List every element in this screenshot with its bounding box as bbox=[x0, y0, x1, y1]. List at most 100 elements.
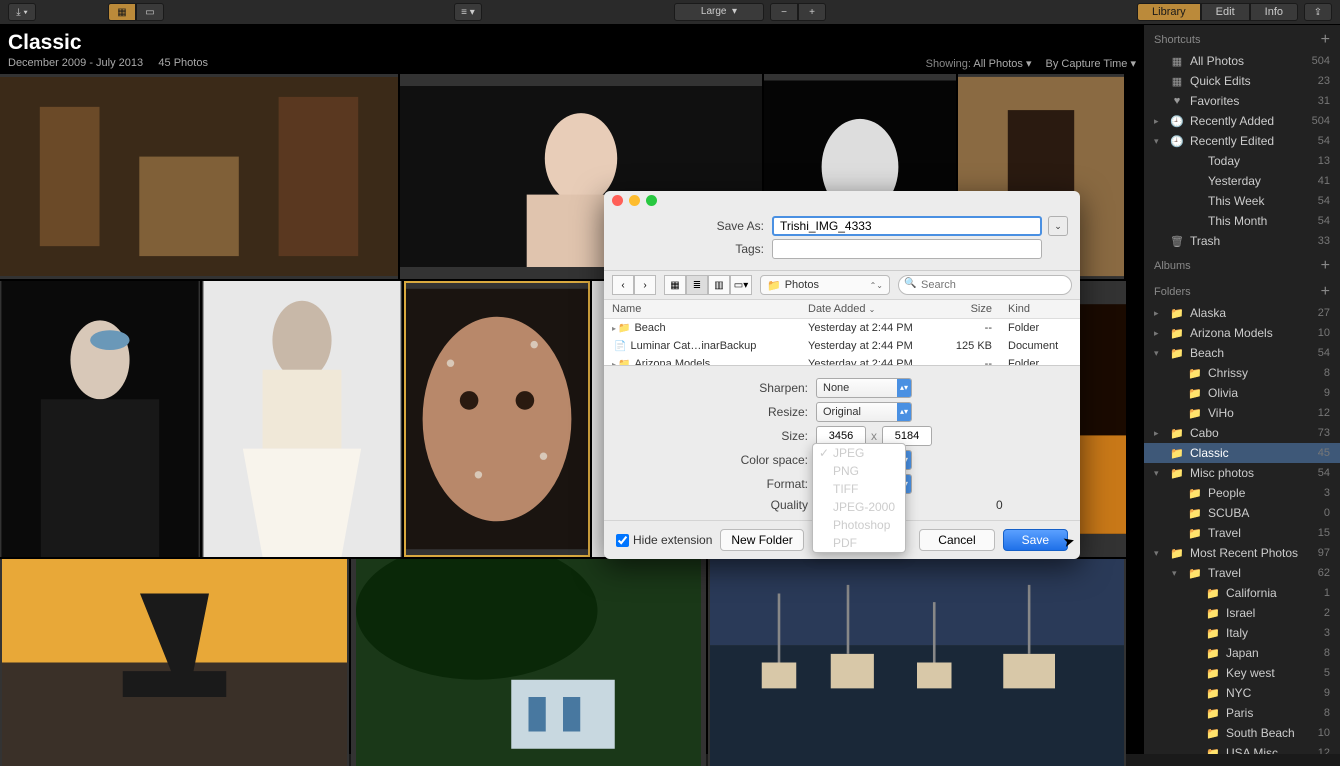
zoom-select[interactable]: Large ▾ bbox=[674, 3, 764, 21]
close-icon[interactable] bbox=[612, 195, 623, 206]
expand-collapse-button[interactable]: ⌄ bbox=[1048, 216, 1068, 236]
sidebar-folder-item[interactable]: 📁Paris8 bbox=[1144, 703, 1340, 723]
section-shortcuts: Shortcuts + bbox=[1144, 25, 1340, 51]
right-sidebar: Shortcuts + ▦All Photos504▦Quick Edits23… bbox=[1144, 25, 1340, 754]
photo-thumb[interactable] bbox=[351, 559, 706, 766]
sidebar-folder-item[interactable]: 📁Israel2 bbox=[1144, 603, 1340, 623]
sidebar-item[interactable]: ♥Favorites31 bbox=[1144, 91, 1340, 111]
hide-extension-checkbox[interactable]: Hide extension bbox=[616, 533, 712, 547]
share-button[interactable]: ⇪ bbox=[1304, 3, 1332, 21]
format-option[interactable]: JPEG bbox=[813, 444, 905, 462]
sidebar-folder-item[interactable]: 📁Travel15 bbox=[1144, 523, 1340, 543]
resize-select[interactable]: Original▴▾ bbox=[816, 402, 912, 422]
sidebar-folder-item[interactable]: 📁Italy3 bbox=[1144, 623, 1340, 643]
top-toolbar: ⤓ ▾ ▦ ▭ ≡ ▾ Large ▾ − + Library Edit Inf… bbox=[0, 0, 1340, 25]
new-folder-button[interactable]: New Folder bbox=[720, 529, 803, 551]
add-shortcut-button[interactable]: + bbox=[1321, 31, 1330, 49]
sidebar-item[interactable]: Today13 bbox=[1144, 151, 1340, 171]
export-menu-button[interactable]: ⤓ ▾ bbox=[8, 3, 36, 21]
sidebar-folder-item[interactable]: ▾📁Misc photos54 bbox=[1144, 463, 1340, 483]
sidebar-folder-item[interactable]: 📁Key west5 bbox=[1144, 663, 1340, 683]
zoom-in-button[interactable]: + bbox=[798, 3, 826, 21]
file-row[interactable]: ▸📁BeachYesterday at 2:44 PM--Folder bbox=[604, 319, 1080, 337]
photo-thumb[interactable] bbox=[0, 559, 349, 766]
file-row[interactable]: 📄Luminar Cat…inarBackupYesterday at 2:44… bbox=[604, 337, 1080, 355]
file-header[interactable]: Name Date Added ⌄ Size Kind bbox=[604, 300, 1080, 319]
minimize-icon[interactable] bbox=[629, 195, 640, 206]
format-option[interactable]: PNG bbox=[813, 462, 905, 480]
sidebar-folder-item[interactable]: ▸📁Cabo73 bbox=[1144, 423, 1340, 443]
photo-thumb-selected[interactable] bbox=[404, 281, 590, 557]
format-option[interactable]: PDF bbox=[813, 534, 905, 552]
tab-info[interactable]: Info bbox=[1250, 3, 1298, 21]
saveas-input[interactable] bbox=[772, 216, 1042, 236]
panel-tabs: Library Edit Info bbox=[1137, 3, 1298, 21]
photo-thumb[interactable] bbox=[202, 281, 402, 557]
location-select[interactable]: 📁Photos⌃⌄ bbox=[760, 275, 890, 295]
view-gallery-button[interactable]: ▭▾ bbox=[730, 275, 752, 295]
tags-input[interactable] bbox=[772, 239, 1042, 259]
nav-fwd-button[interactable]: › bbox=[634, 275, 656, 295]
sidebar-folder-item[interactable]: 📁SCUBA0 bbox=[1144, 503, 1340, 523]
photo-thumb[interactable] bbox=[708, 559, 1126, 766]
sidebar-folder-item[interactable]: ▾📁Most Recent Photos97 bbox=[1144, 543, 1340, 563]
sidebar-folder-item[interactable]: 📁Japan8 bbox=[1144, 643, 1340, 663]
format-option[interactable]: JPEG-2000 bbox=[813, 498, 905, 516]
sort-menu-button[interactable]: ≡ ▾ bbox=[454, 3, 482, 21]
sidebar-item[interactable]: This Month54 bbox=[1144, 211, 1340, 231]
sidebar-item[interactable]: ▾🕘Recently Edited54 bbox=[1144, 131, 1340, 151]
sidebar-item[interactable]: ▦Quick Edits23 bbox=[1144, 71, 1340, 91]
quality-value: 0 bbox=[996, 498, 1003, 512]
nav-back-button[interactable]: ‹ bbox=[612, 275, 634, 295]
album-daterange: December 2009 - July 2013 bbox=[8, 57, 143, 69]
sidebar-folder-item[interactable]: 📁USA Misc12 bbox=[1144, 743, 1340, 754]
view-columns-button[interactable]: ▥ bbox=[708, 275, 730, 295]
view-grid-button[interactable]: ▦ bbox=[108, 3, 136, 21]
section-folders: Folders + bbox=[1144, 277, 1340, 303]
sidebar-folder-item[interactable]: 📁California1 bbox=[1144, 583, 1340, 603]
sidebar-folder-item[interactable]: 📁People3 bbox=[1144, 483, 1340, 503]
tags-label: Tags: bbox=[616, 242, 772, 256]
saveas-label: Save As: bbox=[616, 219, 772, 233]
photo-thumb[interactable] bbox=[0, 281, 200, 557]
sidebar-folder-item[interactable]: 📁NYC9 bbox=[1144, 683, 1340, 703]
sidebar-folder-item[interactable]: 📁South Beach10 bbox=[1144, 723, 1340, 743]
add-album-button[interactable]: + bbox=[1321, 257, 1330, 275]
view-icons-button[interactable]: ▦ bbox=[664, 275, 686, 295]
photo-thumb[interactable] bbox=[0, 74, 398, 279]
sidebar-folder-item[interactable]: ▾📁Travel62 bbox=[1144, 563, 1340, 583]
sidebar-folder-item[interactable]: 📁Olivia9 bbox=[1144, 383, 1340, 403]
view-single-button[interactable]: ▭ bbox=[136, 3, 164, 21]
album-header: Classic December 2009 - July 2013 45 Pho… bbox=[0, 25, 1144, 74]
sidebar-folder-item[interactable]: 📁Chrissy8 bbox=[1144, 363, 1340, 383]
sidebar-folder-item[interactable]: ▾📁Beach54 bbox=[1144, 343, 1340, 363]
save-button[interactable]: Save bbox=[1003, 529, 1068, 551]
view-list-button[interactable]: ≣ bbox=[686, 275, 708, 295]
cancel-button[interactable]: Cancel bbox=[919, 529, 994, 551]
tab-edit[interactable]: Edit bbox=[1201, 3, 1250, 21]
sidebar-folder-item[interactable]: ▸📁Alaska27 bbox=[1144, 303, 1340, 323]
sidebar-item[interactable]: ▦All Photos504 bbox=[1144, 51, 1340, 71]
section-albums: Albums + bbox=[1144, 251, 1340, 277]
add-folder-button[interactable]: + bbox=[1321, 283, 1330, 301]
finder-search-input[interactable] bbox=[898, 275, 1072, 295]
album-count: 45 Photos bbox=[158, 57, 208, 69]
sidebar-folder-item[interactable]: ▸📁Arizona Models10 bbox=[1144, 323, 1340, 343]
sidebar-folder-item[interactable]: 📁ViHo12 bbox=[1144, 403, 1340, 423]
zoom-icon[interactable] bbox=[646, 195, 657, 206]
sidebar-folder-item[interactable]: 📁Classic45 bbox=[1144, 443, 1340, 463]
format-option[interactable]: Photoshop bbox=[813, 516, 905, 534]
file-row[interactable]: ▸📁Arizona ModelsYesterday at 2:44 PM--Fo… bbox=[604, 355, 1080, 365]
sharpen-select[interactable]: None▴▾ bbox=[816, 378, 912, 398]
file-list[interactable]: ▸📁BeachYesterday at 2:44 PM--Folder📄Lumi… bbox=[604, 319, 1080, 365]
sort-by[interactable]: By Capture Time ▾ bbox=[1046, 57, 1137, 70]
tab-library[interactable]: Library bbox=[1137, 3, 1201, 21]
sidebar-item[interactable]: This Week54 bbox=[1144, 191, 1340, 211]
format-dropdown-menu: JPEGPNGTIFFJPEG-2000PhotoshopPDF bbox=[812, 443, 906, 553]
zoom-out-button[interactable]: − bbox=[770, 3, 798, 21]
format-option[interactable]: TIFF bbox=[813, 480, 905, 498]
filter-showing[interactable]: All Photos ▾ bbox=[973, 58, 1031, 70]
sidebar-item[interactable]: 🗑Trash33 bbox=[1144, 231, 1340, 251]
sidebar-item[interactable]: ▸🕘Recently Added504 bbox=[1144, 111, 1340, 131]
sidebar-item[interactable]: Yesterday41 bbox=[1144, 171, 1340, 191]
